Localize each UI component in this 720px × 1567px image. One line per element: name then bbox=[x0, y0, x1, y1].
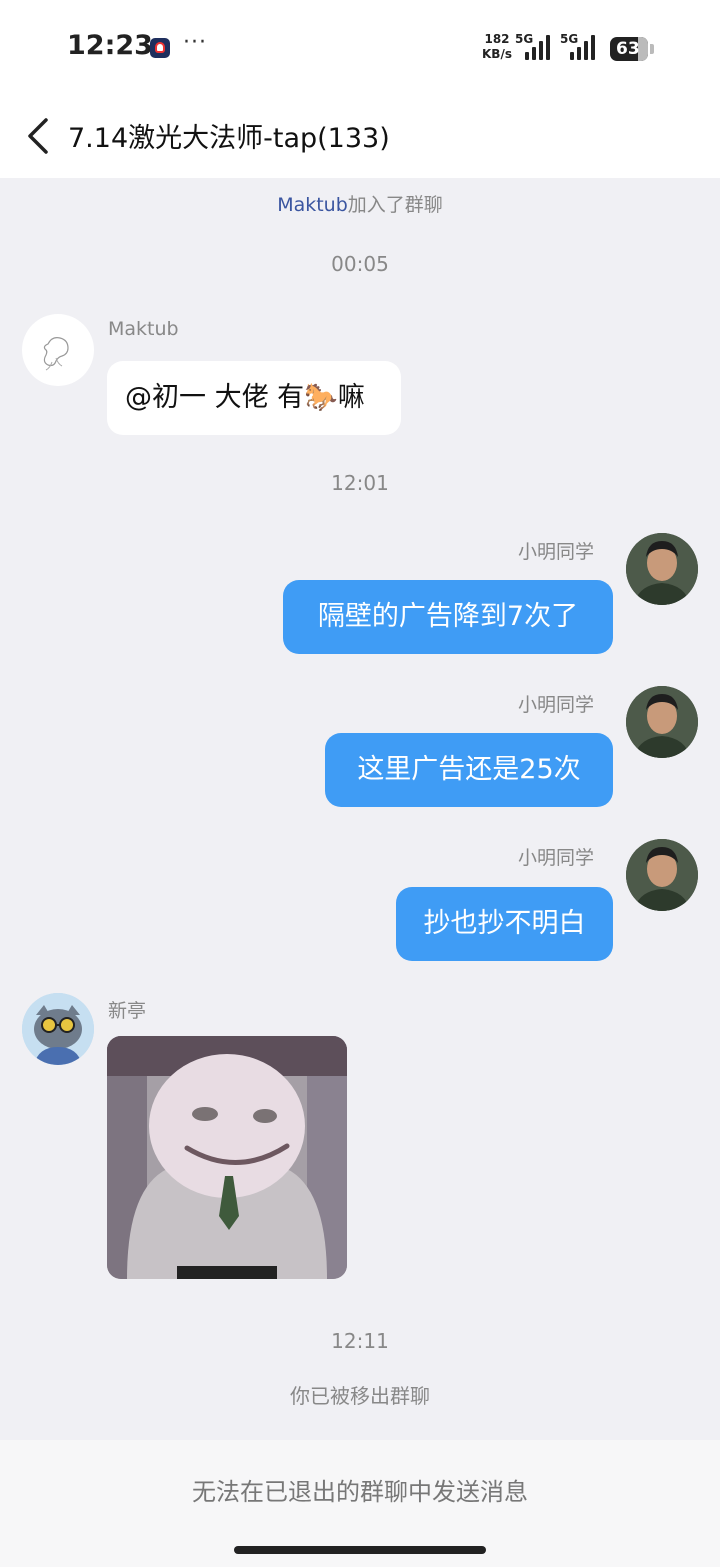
battery-level: 63 bbox=[616, 39, 640, 59]
avatar-xiaoming[interactable] bbox=[626, 533, 698, 605]
sketch-avatar-icon bbox=[43, 337, 69, 371]
message-bubble[interactable]: 抄也抄不明白 bbox=[396, 887, 613, 961]
sender-name: 新亭 bbox=[108, 1000, 147, 1022]
person-avatar-icon bbox=[626, 533, 698, 605]
timestamp: 12:01 bbox=[331, 471, 389, 495]
avatar-xiaoming[interactable] bbox=[626, 839, 698, 911]
sender-name: 小明同学 bbox=[518, 694, 595, 716]
person-avatar-icon bbox=[626, 686, 698, 758]
network-type-label: 5G bbox=[560, 32, 579, 46]
cannot-send-notice: 无法在已退出的群聊中发送消息 bbox=[192, 1478, 528, 1506]
removed-from-group-notice: 你已被移出群聊 bbox=[290, 1384, 430, 1408]
home-indicator[interactable] bbox=[234, 1546, 486, 1554]
timestamp: 00:05 bbox=[331, 252, 389, 276]
system-join-message: Maktub加入了群聊 bbox=[0, 190, 720, 217]
cat-avatar-icon bbox=[22, 993, 94, 1065]
person-avatar-icon bbox=[626, 839, 698, 911]
network-speed-unit: KB/s bbox=[482, 47, 512, 61]
meme-sticker-picture bbox=[107, 1036, 347, 1279]
back-icon[interactable] bbox=[24, 116, 54, 156]
network-speed-value: 182 bbox=[484, 32, 510, 46]
join-text: 加入了群聊 bbox=[347, 194, 443, 216]
status-more-indicator: ··· bbox=[183, 30, 207, 55]
avatar-xinting[interactable] bbox=[22, 993, 94, 1065]
network-type-label: 5G bbox=[515, 32, 534, 46]
sticker-image[interactable] bbox=[107, 1036, 347, 1279]
avatar-xiaoming[interactable] bbox=[626, 686, 698, 758]
message-bubble[interactable]: 这里广告还是25次 bbox=[325, 733, 613, 807]
input-disabled-footer: 无法在已退出的群聊中发送消息 bbox=[0, 1440, 720, 1567]
message-bubble[interactable]: @初一 大佬 有🐎嘛 bbox=[107, 361, 401, 435]
signal-icon: 5G bbox=[515, 32, 555, 60]
joined-user-name[interactable]: Maktub bbox=[277, 194, 348, 216]
app-notification-icon bbox=[150, 38, 170, 58]
network-speed: 182 KB/s bbox=[480, 32, 514, 62]
avatar-maktub[interactable] bbox=[22, 314, 94, 386]
timestamp: 12:11 bbox=[331, 1329, 389, 1353]
sender-name: Maktub bbox=[108, 318, 179, 340]
chat-title: 7.14激光大法师-tap(133) bbox=[68, 123, 390, 154]
message-bubble[interactable]: 隔壁的广告降到7次了 bbox=[283, 580, 613, 654]
status-bar: 12:23 ··· 182 KB/s 5G 5G 63 bbox=[0, 0, 720, 98]
sender-name: 小明同学 bbox=[518, 541, 595, 563]
status-time: 12:23 bbox=[67, 30, 153, 61]
sender-name: 小明同学 bbox=[518, 847, 595, 869]
battery-icon: 63 bbox=[610, 37, 654, 61]
chat-header: 7.14激光大法师-tap(133) bbox=[0, 98, 720, 178]
signal-icon: 5G bbox=[560, 32, 600, 60]
